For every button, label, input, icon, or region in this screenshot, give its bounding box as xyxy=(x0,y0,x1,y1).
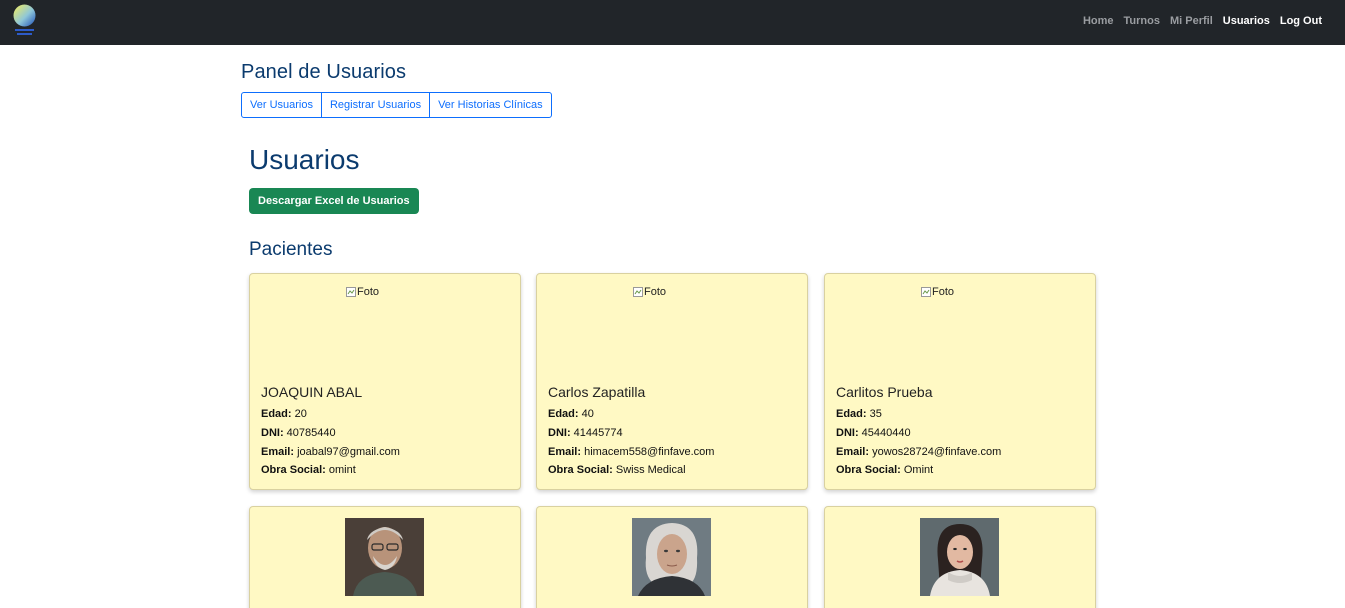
patient-name: Carlos Zapatilla xyxy=(548,384,646,400)
top-navbar: Home Turnos Mi Perfil Usuarios Log Out xyxy=(0,0,1345,45)
patient-card xyxy=(536,506,808,608)
ver-historias-clinicas-button[interactable]: Ver Historias Clínicas xyxy=(429,92,552,118)
usuarios-heading: Usuarios xyxy=(249,144,360,175)
page-title: Panel de Usuarios xyxy=(241,61,407,83)
patient-obra-social: Obra Social: Omint xyxy=(836,464,934,476)
ver-usuarios-button[interactable]: Ver Usuarios xyxy=(241,92,322,118)
patient-dni: DNI: 41445774 xyxy=(548,427,623,439)
patient-card: Foto Carlos Zapatilla Edad: 40 DNI: 4144… xyxy=(536,273,808,490)
broken-image-icon xyxy=(346,287,356,297)
nav-link-turnos[interactable]: Turnos xyxy=(1119,14,1165,28)
pacientes-heading: Pacientes xyxy=(249,239,333,260)
patient-photo xyxy=(920,518,999,596)
patient-obra-social: Obra Social: omint xyxy=(261,464,356,476)
nav-link-home[interactable]: Home xyxy=(1078,14,1119,28)
download-excel-button[interactable]: Descargar Excel de Usuarios xyxy=(249,188,419,214)
nav-link-usuarios[interactable]: Usuarios xyxy=(1218,14,1275,28)
registrar-usuarios-button[interactable]: Registrar Usuarios xyxy=(320,92,431,118)
patient-email: Email: joabal97@gmail.com xyxy=(261,446,400,458)
broken-photo: Foto xyxy=(346,286,379,298)
patient-card: Foto JOAQUIN ABAL Edad: 20 DNI: 40785440… xyxy=(249,273,521,490)
broken-image-icon xyxy=(921,287,931,297)
broken-image-icon xyxy=(633,287,643,297)
patient-card: Foto Carlitos Prueba Edad: 35 DNI: 45440… xyxy=(824,273,1096,490)
patient-name: JOAQUIN ABAL xyxy=(261,384,363,400)
broken-photo: Foto xyxy=(921,286,954,298)
patient-name: Carlitos Prueba xyxy=(836,384,933,400)
panel-button-group: Ver Usuarios Registrar Usuarios Ver Hist… xyxy=(241,92,552,118)
patient-photo xyxy=(632,518,711,596)
patient-card xyxy=(824,506,1096,608)
patient-email: Email: yowos28724@finfave.com xyxy=(836,446,1002,458)
nav-link-mi-perfil[interactable]: Mi Perfil xyxy=(1165,14,1218,28)
patient-email: Email: himacem558@finfave.com xyxy=(548,446,715,458)
patient-edad: Edad: 40 xyxy=(548,408,594,420)
patient-edad: Edad: 35 xyxy=(836,408,882,420)
patient-edad: Edad: 20 xyxy=(261,408,307,420)
nav-links: Home Turnos Mi Perfil Usuarios Log Out xyxy=(1078,14,1327,28)
patient-photo xyxy=(345,518,424,596)
app-logo[interactable] xyxy=(12,4,37,38)
patient-card xyxy=(249,506,521,608)
patient-obra-social: Obra Social: Swiss Medical xyxy=(548,464,686,476)
patient-dni: DNI: 40785440 xyxy=(261,427,336,439)
nav-link-log-out[interactable]: Log Out xyxy=(1275,14,1327,28)
patient-dni: DNI: 45440440 xyxy=(836,427,911,439)
broken-photo: Foto xyxy=(633,286,666,298)
